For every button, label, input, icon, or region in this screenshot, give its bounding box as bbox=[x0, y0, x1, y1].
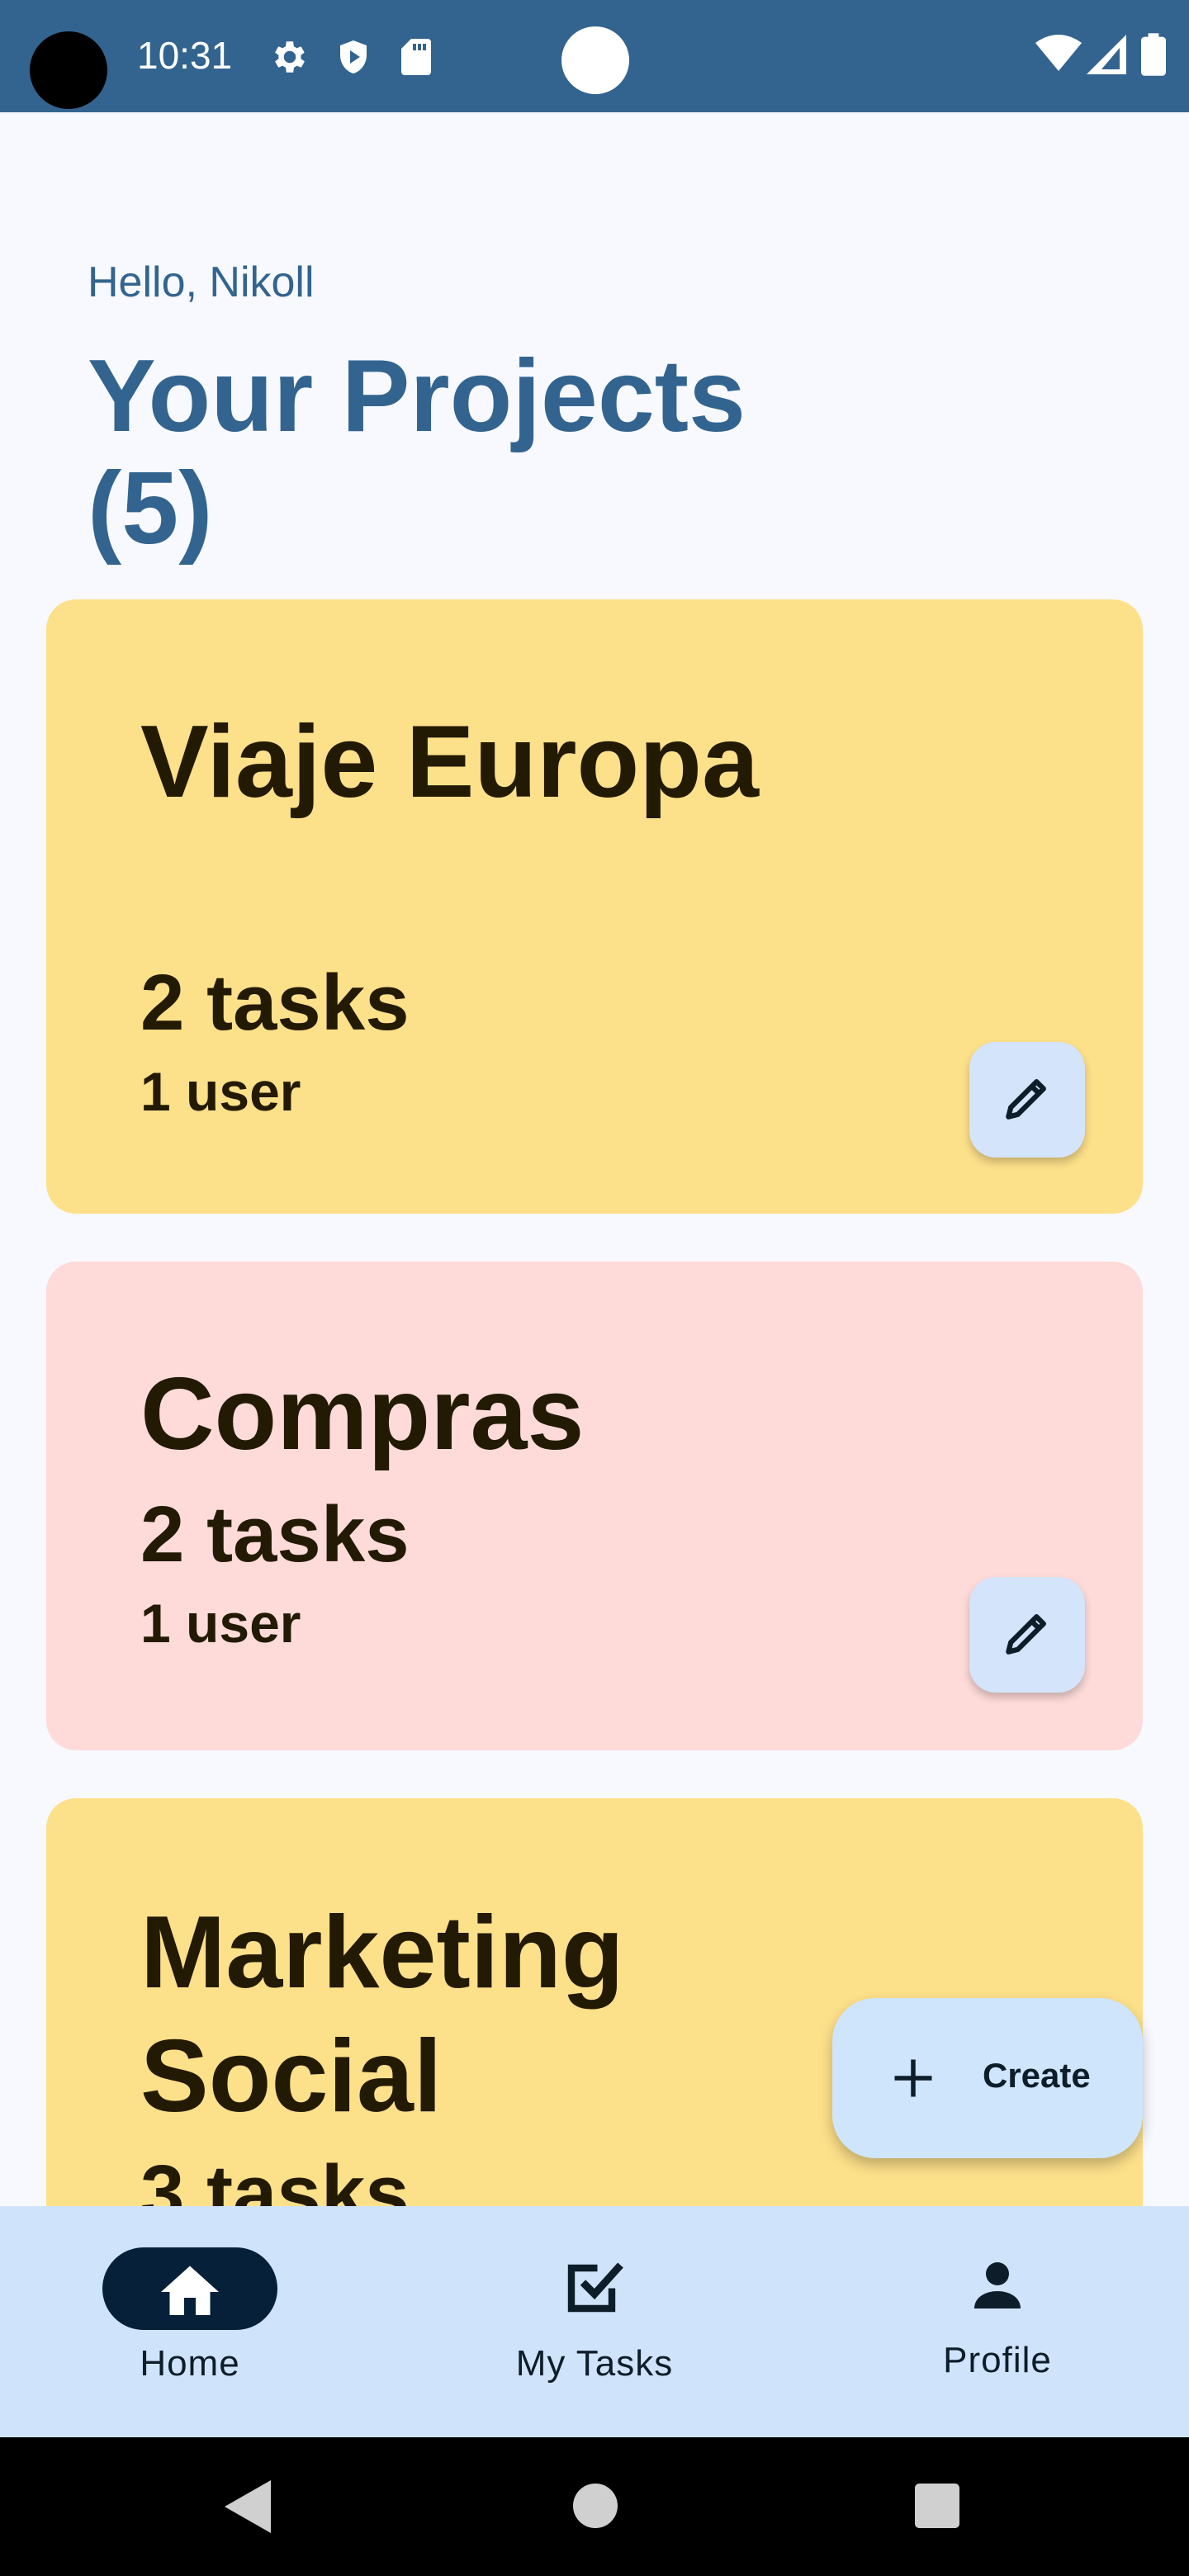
create-project-button[interactable]: Create bbox=[832, 1998, 1143, 2158]
system-navigation-bar bbox=[0, 2437, 1189, 2576]
status-bar: 10:31 bbox=[0, 0, 1189, 112]
back-icon[interactable] bbox=[225, 2480, 271, 2537]
home-system-icon[interactable] bbox=[573, 2484, 618, 2532]
nav-label-my-tasks: My Tasks bbox=[515, 2343, 674, 2384]
battery-icon bbox=[1141, 33, 1166, 80]
edit-project-button[interactable] bbox=[969, 1577, 1085, 1693]
page-title: Your Projects (5) bbox=[88, 339, 746, 566]
project-user-count: 1 user bbox=[140, 1061, 301, 1122]
project-card[interactable]: Compras 2 tasks 1 user bbox=[46, 1262, 1143, 1750]
status-time: 10:31 bbox=[137, 34, 233, 77]
nav-label-profile: Profile bbox=[943, 2340, 1052, 2380]
nav-item-home[interactable]: Home bbox=[25, 2206, 355, 2437]
pencil-icon bbox=[999, 1605, 1055, 1665]
gear-icon bbox=[269, 36, 310, 82]
bottom-navigation: Home My Tasks Profile bbox=[0, 2206, 1189, 2437]
project-card[interactable]: Viaje Europa 2 tasks 1 user bbox=[46, 599, 1143, 1214]
nav-item-profile[interactable]: Profile bbox=[832, 2206, 1163, 2437]
project-task-count: 2 tasks bbox=[140, 1490, 410, 1579]
plus-icon bbox=[888, 2053, 938, 2107]
camera-indicator bbox=[561, 26, 629, 94]
shield-icon bbox=[334, 36, 373, 82]
edit-project-button[interactable] bbox=[969, 1042, 1085, 1158]
wifi-icon bbox=[1035, 35, 1082, 78]
home-icon bbox=[155, 2257, 225, 2331]
signal-icon bbox=[1087, 35, 1126, 78]
nav-label-home: Home bbox=[140, 2343, 240, 2384]
screen: 10:31 Hello, Nikoll Your Projects (5) Vi… bbox=[0, 0, 1189, 2576]
project-task-count: 2 tasks bbox=[140, 959, 410, 1047]
pencil-icon bbox=[999, 1070, 1055, 1130]
sd-card-icon bbox=[400, 36, 433, 82]
greeting-text: Hello, Nikoll bbox=[88, 258, 315, 306]
project-name: Marketing Social bbox=[140, 1896, 624, 2133]
nav-item-my-tasks[interactable]: My Tasks bbox=[429, 2206, 760, 2437]
create-button-label: Create bbox=[983, 2056, 1091, 2095]
project-name: Compras bbox=[140, 1357, 585, 1471]
recents-icon[interactable] bbox=[915, 2484, 959, 2532]
camera-cutout bbox=[30, 31, 107, 109]
project-name: Viaje Europa bbox=[140, 705, 759, 819]
project-user-count: 1 user bbox=[140, 1593, 301, 1654]
person-icon bbox=[963, 2251, 1032, 2324]
checkbox-icon bbox=[560, 2251, 629, 2324]
